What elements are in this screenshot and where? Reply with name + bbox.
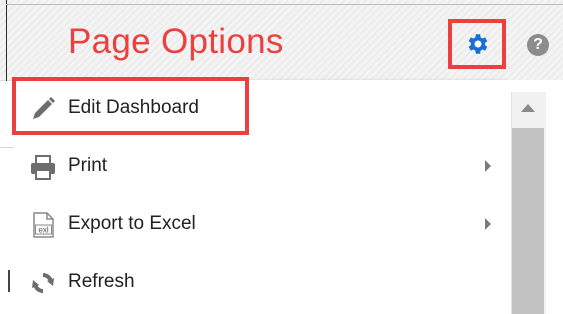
submenu-arrow-icon (485, 218, 491, 230)
menu-item-label: Print (68, 155, 108, 176)
menu-item-label: Export to Excel (68, 213, 196, 234)
edit-dashboard-highlight (12, 77, 249, 135)
help-icon[interactable]: ? (527, 34, 549, 56)
row-divider (0, 147, 14, 148)
refresh-icon (32, 273, 54, 293)
gear-icon (468, 34, 488, 54)
underlying-page (0, 81, 12, 314)
menu-item-export-to-excel[interactable]: exl Export to Excel (14, 196, 504, 254)
window-top-border (6, 4, 563, 5)
menu-item-refresh[interactable]: Refresh (14, 254, 504, 312)
settings-button[interactable] (448, 19, 506, 69)
svg-text:exl: exl (38, 226, 48, 235)
menu-item-label: Refresh (68, 271, 135, 292)
scroll-up-button[interactable] (511, 92, 545, 124)
submenu-arrow-icon (485, 160, 491, 172)
caret-up-icon (521, 104, 535, 112)
excel-file-icon: exl (33, 212, 54, 238)
menu-item-print[interactable]: Print (14, 138, 504, 196)
page-marker (8, 270, 10, 292)
page-title: Page Options (68, 22, 284, 61)
scrollbar-thumb[interactable] (512, 128, 544, 314)
printer-icon (31, 155, 55, 180)
